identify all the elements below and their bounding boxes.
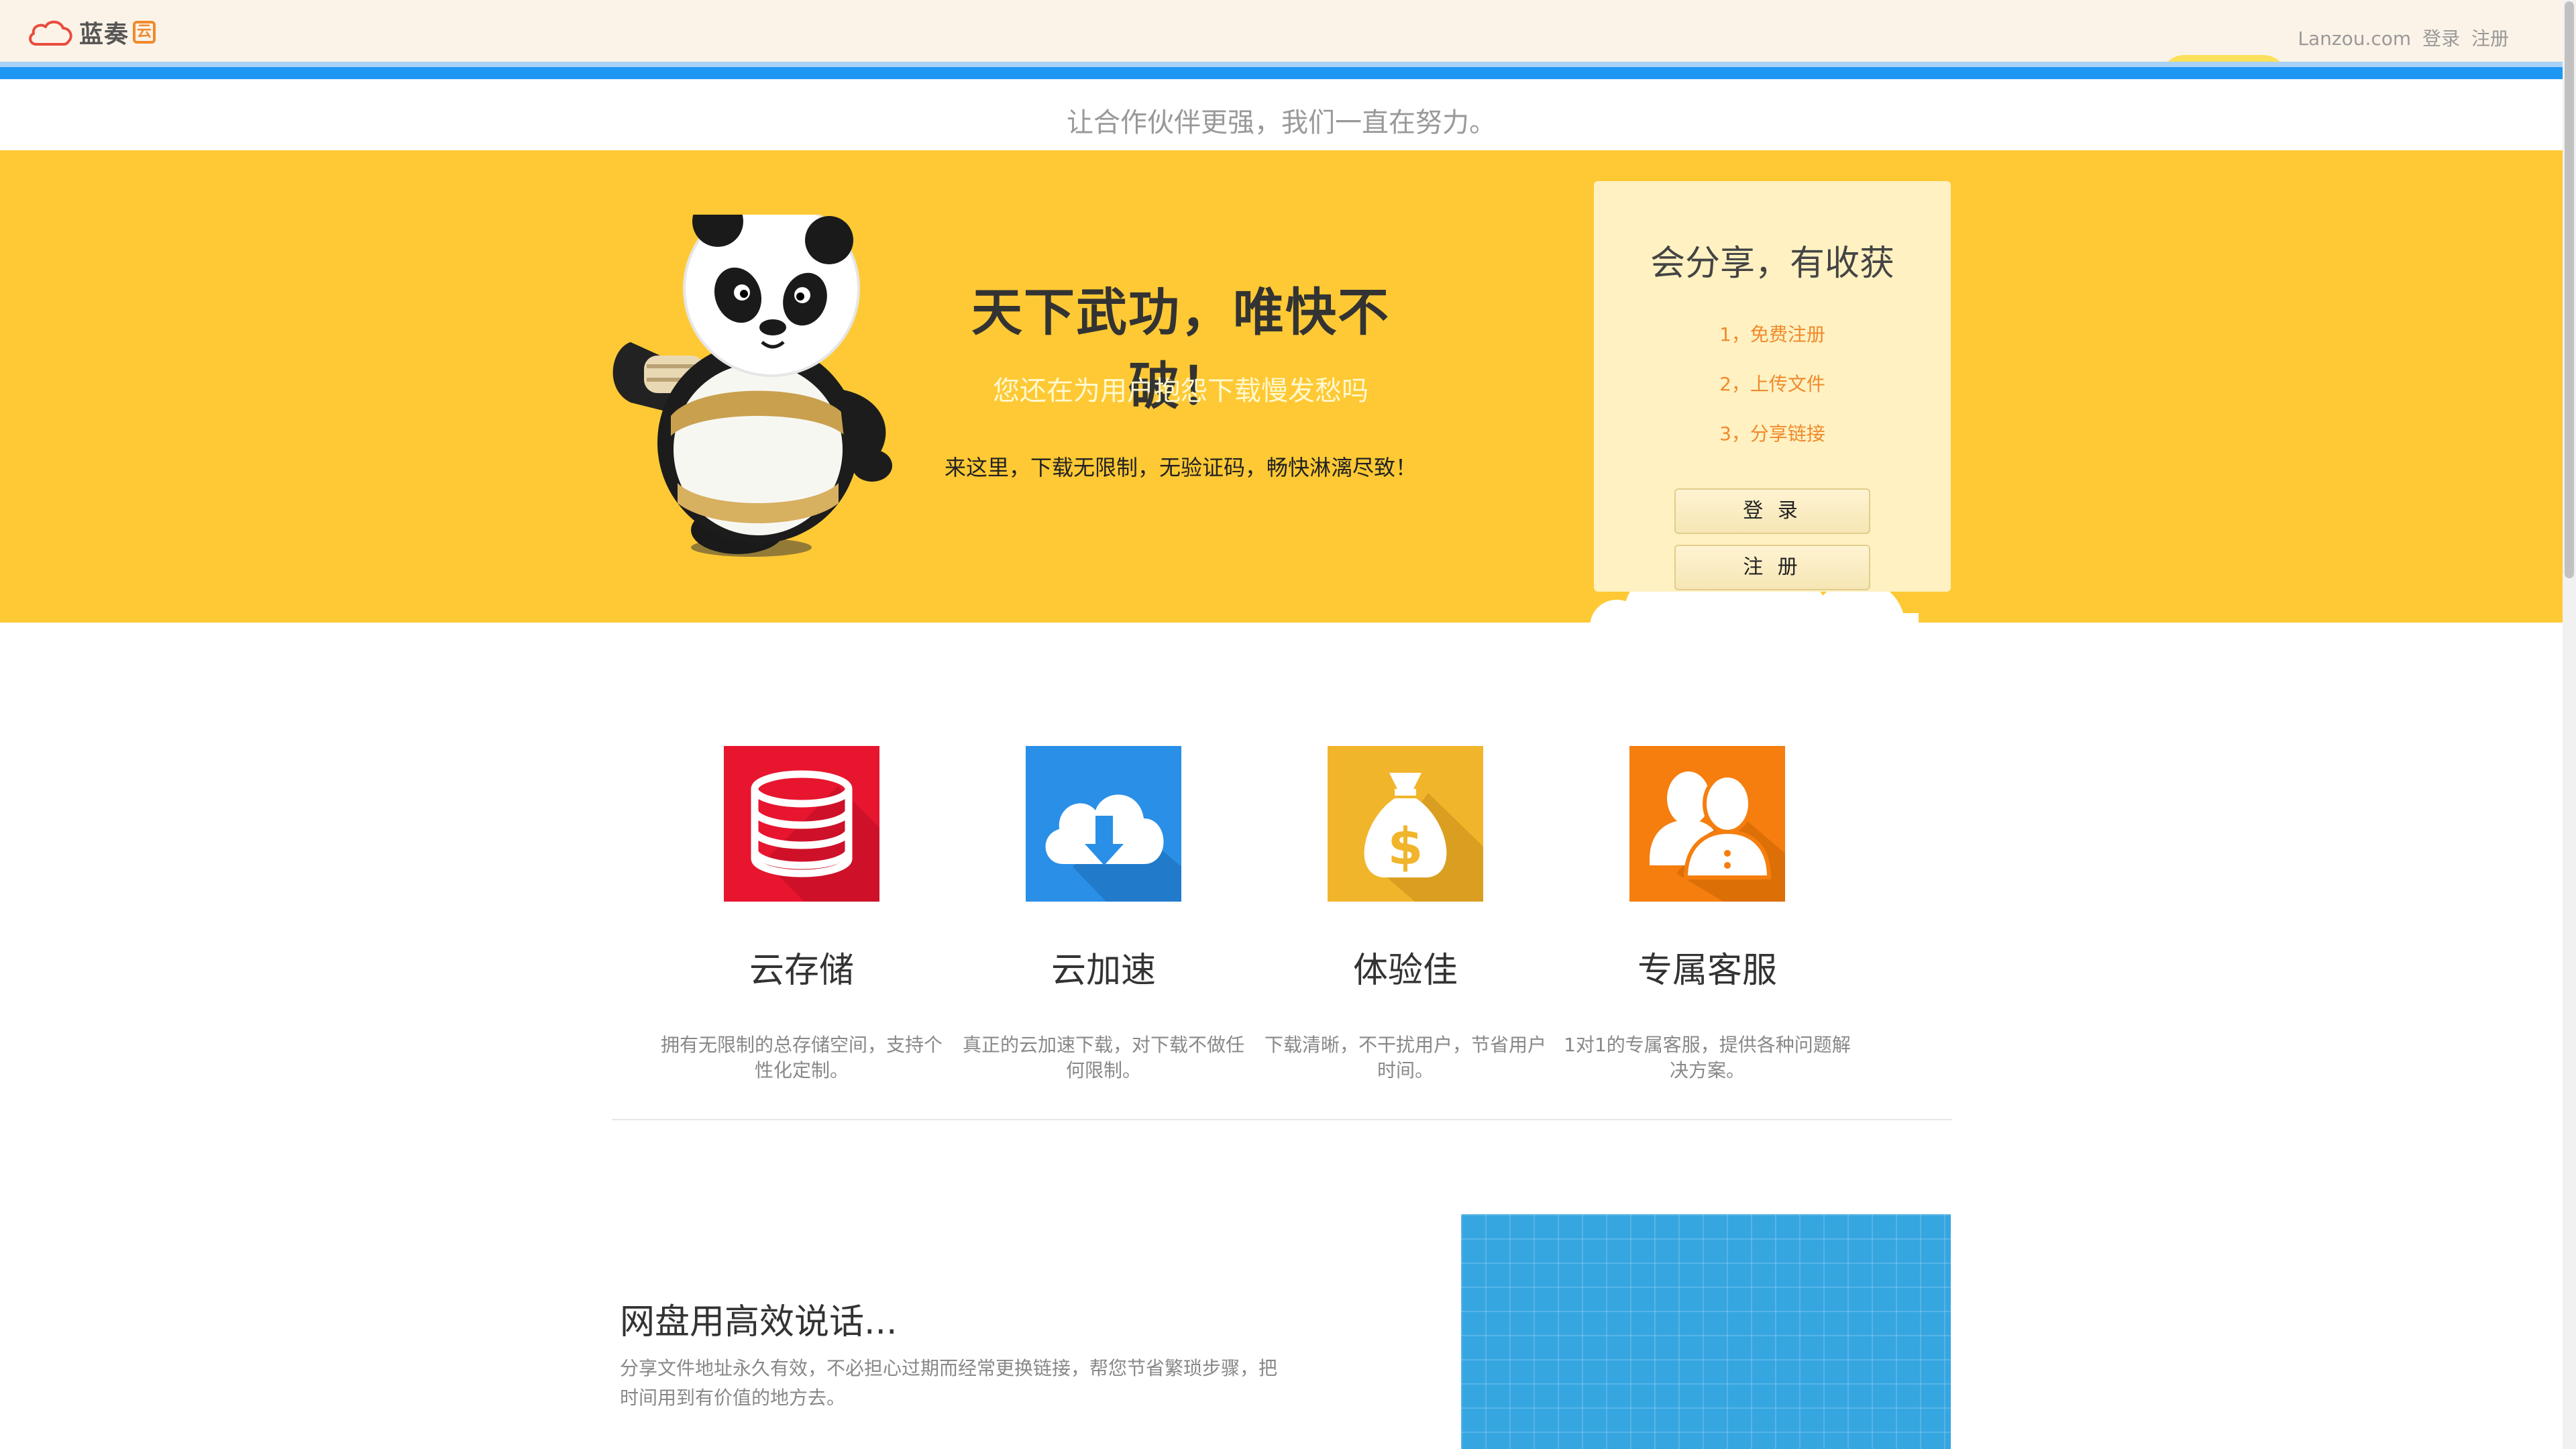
share-step-upload: 2，上传文件 bbox=[1719, 373, 1825, 395]
feature-storage: 云存储 拥有无限制的总存储空间，支持个性化定制。 bbox=[657, 746, 946, 1083]
top-links: Lanzou.com 登录 注册 bbox=[2292, 24, 2509, 51]
top-bar: 蓝奏 云 Lanzou.com 登录 注册 bbox=[0, 0, 2563, 62]
logo-text: 蓝奏 bbox=[79, 21, 129, 48]
slogan-text: 让合作伙伴更强，我们一直在努力。 bbox=[1067, 107, 1496, 138]
feature-description: 下载清晰，不干扰用户，节省用户时间。 bbox=[1264, 1034, 1546, 1081]
kungfu-panda-image bbox=[612, 215, 892, 557]
hero-subtitle: 您还在为用户抱怨下载慢发愁吗 bbox=[993, 376, 1368, 407]
feature-title: 专属客服 bbox=[1637, 951, 1777, 991]
feature-experience: $ 体验佳 下载清晰，不干扰用户，节省用户时间。 bbox=[1261, 746, 1550, 1083]
register-button[interactable]: 注 册 bbox=[1674, 545, 1870, 590]
features-section: 云存储 拥有无限制的总存储空间，支持个性化定制。 云加速 真正的云加速下载，对下… bbox=[657, 746, 1878, 1081]
login-button[interactable]: 登 录 bbox=[1674, 488, 1870, 534]
section-divider bbox=[612, 1119, 1952, 1120]
database-icon bbox=[724, 746, 879, 902]
share-step-share: 3，分享链接 bbox=[1719, 423, 1825, 445]
share-card-title: 会分享，有收获 bbox=[1650, 244, 1894, 284]
scrollbar[interactable] bbox=[2563, 0, 2576, 1449]
feature-description: 拥有无限制的总存储空间，支持个性化定制。 bbox=[660, 1034, 943, 1081]
share-steps: 1，免费注册 2，上传文件 3，分享链接 bbox=[1594, 310, 1951, 459]
site-link[interactable]: Lanzou.com bbox=[2298, 28, 2411, 50]
top-login-link[interactable]: 登录 bbox=[2422, 28, 2460, 50]
feature-support: 专属客服 1对1的专属客服，提供各种问题解决方案。 bbox=[1563, 746, 1851, 1083]
logo[interactable]: 蓝奏 云 bbox=[27, 16, 156, 48]
feature-title: 云加速 bbox=[1051, 951, 1156, 991]
about-description: 分享文件地址永久有效，不必担心过期而经常更换链接，帮您节省繁琐步骤，把时间用到有… bbox=[620, 1357, 1278, 1409]
scrollbar-thumb[interactable] bbox=[2565, 1, 2574, 578]
hero-description: 来这里，下载无限制，无验证码，畅快淋漓尽致！ bbox=[944, 455, 1417, 480]
cloud-logo-icon bbox=[29, 20, 72, 46]
blue-stripe bbox=[0, 62, 2563, 79]
hero-banner: 天下武功，唯快不破！ 您还在为用户抱怨下载慢发愁吗 来这里，下载无限制，无验证码… bbox=[0, 150, 2563, 623]
users-icon bbox=[1629, 746, 1785, 902]
feature-description: 真正的云加速下载，对下载不做任何限制。 bbox=[962, 1034, 1244, 1081]
cloud-download-icon bbox=[1026, 746, 1181, 902]
svg-text:$: $ bbox=[1388, 816, 1424, 876]
about-title: 网盘用高效说话... bbox=[620, 1302, 898, 1342]
share-card: 会分享，有收获 1，免费注册 2，上传文件 3，分享链接 登 录 注 册 bbox=[1594, 181, 1951, 592]
feature-acceleration: 云加速 真正的云加速下载，对下载不做任何限制。 bbox=[959, 746, 1248, 1083]
money-bag-icon: $ bbox=[1328, 746, 1483, 902]
feature-title: 体验佳 bbox=[1352, 951, 1458, 991]
feature-title: 云存储 bbox=[749, 951, 854, 991]
share-step-register: 1，免费注册 bbox=[1719, 323, 1825, 345]
top-register-link[interactable]: 注册 bbox=[2471, 28, 2509, 50]
logo-badge: 云 bbox=[133, 21, 156, 44]
blue-grid-image bbox=[1461, 1214, 1951, 1449]
feature-description: 1对1的专属客服，提供各种问题解决方案。 bbox=[1564, 1034, 1851, 1081]
